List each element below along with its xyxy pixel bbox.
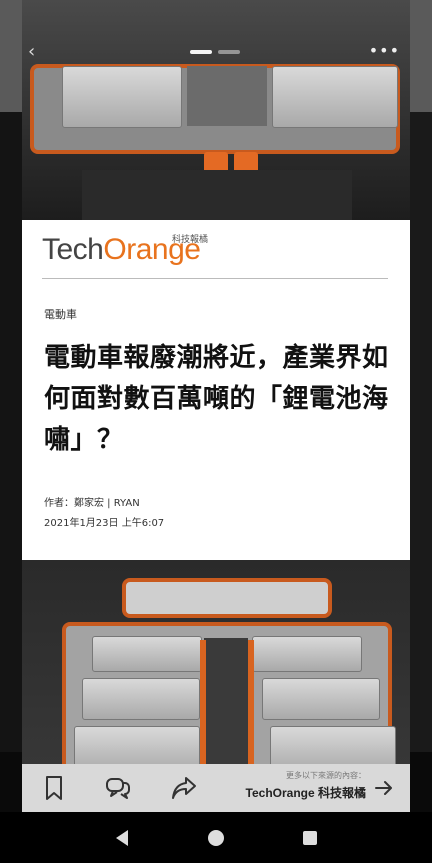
battery-module <box>272 66 398 128</box>
comment-icon[interactable] <box>104 774 132 802</box>
battery-module <box>92 636 202 672</box>
page-dot-active <box>190 50 212 54</box>
publish-date: 2021年1月23日 上午6:07 <box>44 518 165 529</box>
more-content-hint: 更多以下來源的內容： <box>286 771 366 780</box>
battery-module <box>252 636 362 672</box>
battery-module <box>262 678 380 720</box>
chevron-left-icon[interactable]: ‹ <box>28 41 35 62</box>
triangle-back-icon[interactable] <box>112 828 132 848</box>
logo-part1: Tech <box>42 233 104 266</box>
arrow-right-icon[interactable] <box>374 778 394 798</box>
byline: 作者：鄭家宏 | RYAN <box>44 498 140 509</box>
backdrop-left <box>0 112 22 752</box>
more-dots-icon[interactable]: ••• <box>369 41 400 60</box>
battery-photo-top <box>22 0 410 220</box>
backdrop-right <box>410 112 432 752</box>
story-card[interactable]: TechOrange 科技報橘 電動車 電動車報廢潮將近，產業界如何面對數百萬噸… <box>22 0 410 812</box>
circle-home-icon[interactable] <box>206 828 226 848</box>
category-label[interactable]: 電動車 <box>44 306 77 322</box>
divider <box>42 278 388 279</box>
battery-top-cover <box>122 578 332 618</box>
battery-module <box>62 66 182 128</box>
share-icon[interactable] <box>170 774 198 802</box>
square-recents-icon[interactable] <box>300 828 320 848</box>
techorange-logo: TechOrange 科技報橘 <box>42 230 208 270</box>
system-nav-bar <box>0 812 432 863</box>
story-top-bar: ‹ ••• <box>22 38 410 66</box>
source-link[interactable]: TechOrange 科技報橘 <box>246 784 366 801</box>
battery-core <box>204 638 248 778</box>
stand <box>82 170 352 220</box>
page-indicator <box>190 50 240 54</box>
battery-module <box>82 678 200 720</box>
action-bar: 更多以下來源的內容： TechOrange 科技報橘 <box>22 764 410 812</box>
battery-center <box>187 66 267 126</box>
bookmark-icon[interactable] <box>40 774 68 802</box>
logo-subtitle: 科技報橘 <box>172 235 209 245</box>
page-dot <box>218 50 240 54</box>
headline: 電動車報廢潮將近，產業界如何面對數百萬噸的「鋰電池海嘯」？ <box>44 343 389 455</box>
